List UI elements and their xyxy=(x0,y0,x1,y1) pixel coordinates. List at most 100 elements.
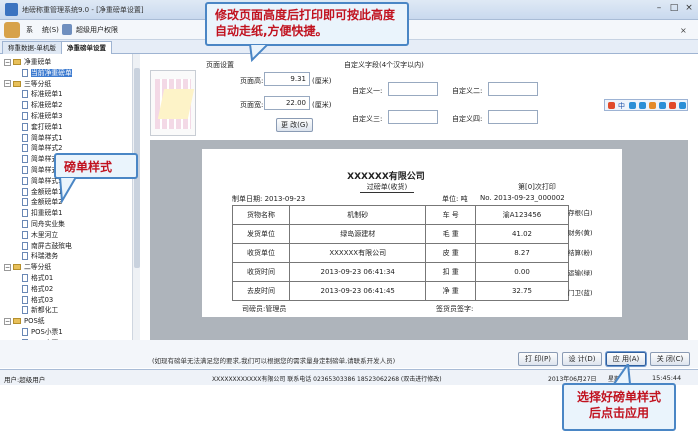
slip-cell: 去皮时间 xyxy=(231,281,291,301)
paper-illustration xyxy=(150,70,196,136)
tree-item-label: 标准磅单2 xyxy=(31,101,63,110)
slip-cell: 毛 重 xyxy=(425,224,476,244)
tree-item[interactable]: 当前净重磅单 xyxy=(22,68,72,79)
slip-copy-label: 门卫(蓝) xyxy=(568,289,593,297)
tab-weighing-data[interactable]: 称重数据-单机版 xyxy=(2,41,62,54)
tree-item[interactable]: 格式02 xyxy=(22,284,53,295)
slip-cell: 绿岛源建材 xyxy=(289,224,427,244)
slip-cell: 净 重 xyxy=(425,281,476,301)
document-icon xyxy=(22,328,28,336)
slip-row: 发货单位 绿岛源建材毛 重 41.02 xyxy=(231,224,569,244)
ime-keyboard-icon xyxy=(649,102,656,109)
tree-scrollbar[interactable] xyxy=(132,54,140,368)
slip-copy-label: 运输(绿) xyxy=(568,269,593,277)
custom-field-1-input[interactable] xyxy=(388,82,438,96)
ime-skin-icon xyxy=(659,102,666,109)
tree-item[interactable]: 同舟实业集 xyxy=(22,219,65,230)
custom-field-3-input[interactable] xyxy=(388,110,438,124)
tree-item[interactable]: 木里河立 xyxy=(22,230,58,241)
slip-company: XXXXXX有限公司 xyxy=(347,172,425,182)
tree-item[interactable]: 格式01 xyxy=(22,273,53,284)
status-date: 2013年06月27日 xyxy=(548,376,597,383)
design-button[interactable]: 设 计(D) xyxy=(562,352,602,366)
close-button[interactable]: 关 闭(C) xyxy=(650,352,690,366)
tree-item-label: 标准磅单3 xyxy=(31,112,63,120)
tree-item[interactable]: 科瑞港务 xyxy=(22,251,58,262)
slip-number: No. 2013-09-23_000002 xyxy=(480,194,565,202)
folder-icon xyxy=(13,80,21,87)
page-height-input[interactable]: 9.31 xyxy=(264,72,310,86)
tree-item[interactable]: − 净重磅单 xyxy=(4,57,51,68)
tree-item[interactable]: 南屏古鼓殡电 xyxy=(22,241,72,252)
page-settings-label: 页面设置 xyxy=(206,61,234,69)
page-height-label: 页面高: xyxy=(240,77,264,85)
custom-field-2-label: 自定义二: xyxy=(452,87,483,95)
tree-item[interactable]: 新都化工 xyxy=(22,305,58,316)
custom-slip-hint: (如现有磅单无法满足您的要求,我们可以根据您的需求量身定制磅单,请联系开发人员) xyxy=(152,357,396,365)
menu-system-s[interactable]: 统(S) xyxy=(42,25,59,35)
tree-item-label: 简单样式2 xyxy=(31,144,63,153)
template-tree: − 净重磅单 当前净重磅单 − 三等分纸 标准磅单1 标准磅单2 标准磅单3 套打磅单1 简单样式… xyxy=(0,54,140,368)
tree-expand-icon[interactable]: − xyxy=(4,80,11,88)
slip-cell: 2013-09-23 06:41:34 xyxy=(289,262,427,282)
tree-item[interactable]: 简单样式1 xyxy=(22,133,63,144)
minimize-icon[interactable]: – xyxy=(652,2,666,15)
tree-item-label: 科瑞港务 xyxy=(31,252,59,261)
status-contact[interactable]: XXXXXXXXXXXX有限公司 联系电话 02365303386 185230… xyxy=(212,374,442,383)
custom-field-1-label: 自定义一: xyxy=(352,87,383,95)
tree-item[interactable]: − POS纸 xyxy=(4,316,45,327)
slip-copy-label: 财务(黄) xyxy=(568,229,593,237)
menu-close-icon[interactable]: × xyxy=(680,26,687,35)
tree-expand-icon[interactable]: − xyxy=(4,58,11,66)
slip-copy-label: 结算(粉) xyxy=(568,249,593,257)
tree-expand-icon[interactable]: − xyxy=(4,263,11,271)
slip-date: 制单日期: 2013-09-23 xyxy=(232,195,306,203)
slip-cell: 扣 重 xyxy=(425,262,476,282)
tree-item[interactable]: 套打磅单1 xyxy=(22,122,63,133)
document-icon xyxy=(22,220,28,228)
slip-copy-label: 存根(白) xyxy=(568,209,593,217)
document-icon xyxy=(22,155,28,164)
tab-net-weight-slip-settings[interactable]: 净重磅单设置 xyxy=(61,41,112,54)
maximize-icon[interactable]: □ xyxy=(667,2,681,15)
tree-item[interactable]: 金额磅单1 xyxy=(22,187,63,198)
slip-cell: 货物名称 xyxy=(231,205,291,225)
document-icon xyxy=(22,241,28,250)
tree-item[interactable]: − 二等分纸 xyxy=(4,262,51,273)
tree-item[interactable]: 标准磅单1 xyxy=(22,89,63,100)
slip-row: 货物名称 机制砂车 号渝A123456 xyxy=(231,205,569,225)
slip-row: 去皮时间 2013-09-23 06:41:45 净 重 32.75 xyxy=(231,281,569,301)
print-button[interactable]: 打 印(P) xyxy=(518,352,558,366)
tree-item[interactable]: 扣重磅单1 xyxy=(22,208,63,219)
ime-moon-icon xyxy=(629,102,636,109)
slip-signer: 签货员签字: xyxy=(436,305,474,313)
tree-item[interactable]: 标准磅单3 xyxy=(22,111,63,122)
document-icon xyxy=(22,295,28,304)
custom-field-4-input[interactable] xyxy=(488,110,538,124)
close-icon[interactable]: × xyxy=(682,2,696,15)
tree-item[interactable]: − 三等分纸 xyxy=(4,79,51,90)
tree-expand-icon[interactable]: − xyxy=(4,317,11,325)
slip-subtitle: 过磅单(收货) xyxy=(360,182,414,193)
window-title: 地磅称重管理系统9.0 - [净重磅单设置] xyxy=(22,6,144,14)
page-width-input[interactable]: 22.00 xyxy=(264,96,310,110)
menu-user-permission[interactable]: 超级用户权限 xyxy=(76,25,118,35)
tree-item[interactable]: 格式03 xyxy=(22,295,53,306)
page-width-unit: (厘米) xyxy=(312,101,332,109)
tree-item[interactable]: POS小票1 xyxy=(22,327,63,338)
folder-icon xyxy=(13,264,21,271)
document-icon xyxy=(22,252,28,261)
ime-toolbar[interactable]: 中 xyxy=(604,99,688,111)
custom-field-2-input[interactable] xyxy=(488,82,538,96)
tree-item-label: 当前净重磅单 xyxy=(31,68,72,77)
tree-item[interactable]: 金额磅单2 xyxy=(22,197,63,208)
tree-item-label: 扣重磅单1 xyxy=(31,209,63,218)
change-button[interactable]: 更 改(G) xyxy=(276,118,313,132)
menu-system[interactable]: 系 xyxy=(26,25,33,35)
document-icon xyxy=(22,230,28,239)
tree-item[interactable]: 标准磅单2 xyxy=(22,100,63,111)
document-icon xyxy=(22,198,28,207)
slip-cell: 2013-09-23 06:41:45 xyxy=(289,281,427,301)
tree-item-label: 同舟实业集 xyxy=(31,220,65,228)
slip-operator: 司磅员:管理员 xyxy=(242,305,287,313)
